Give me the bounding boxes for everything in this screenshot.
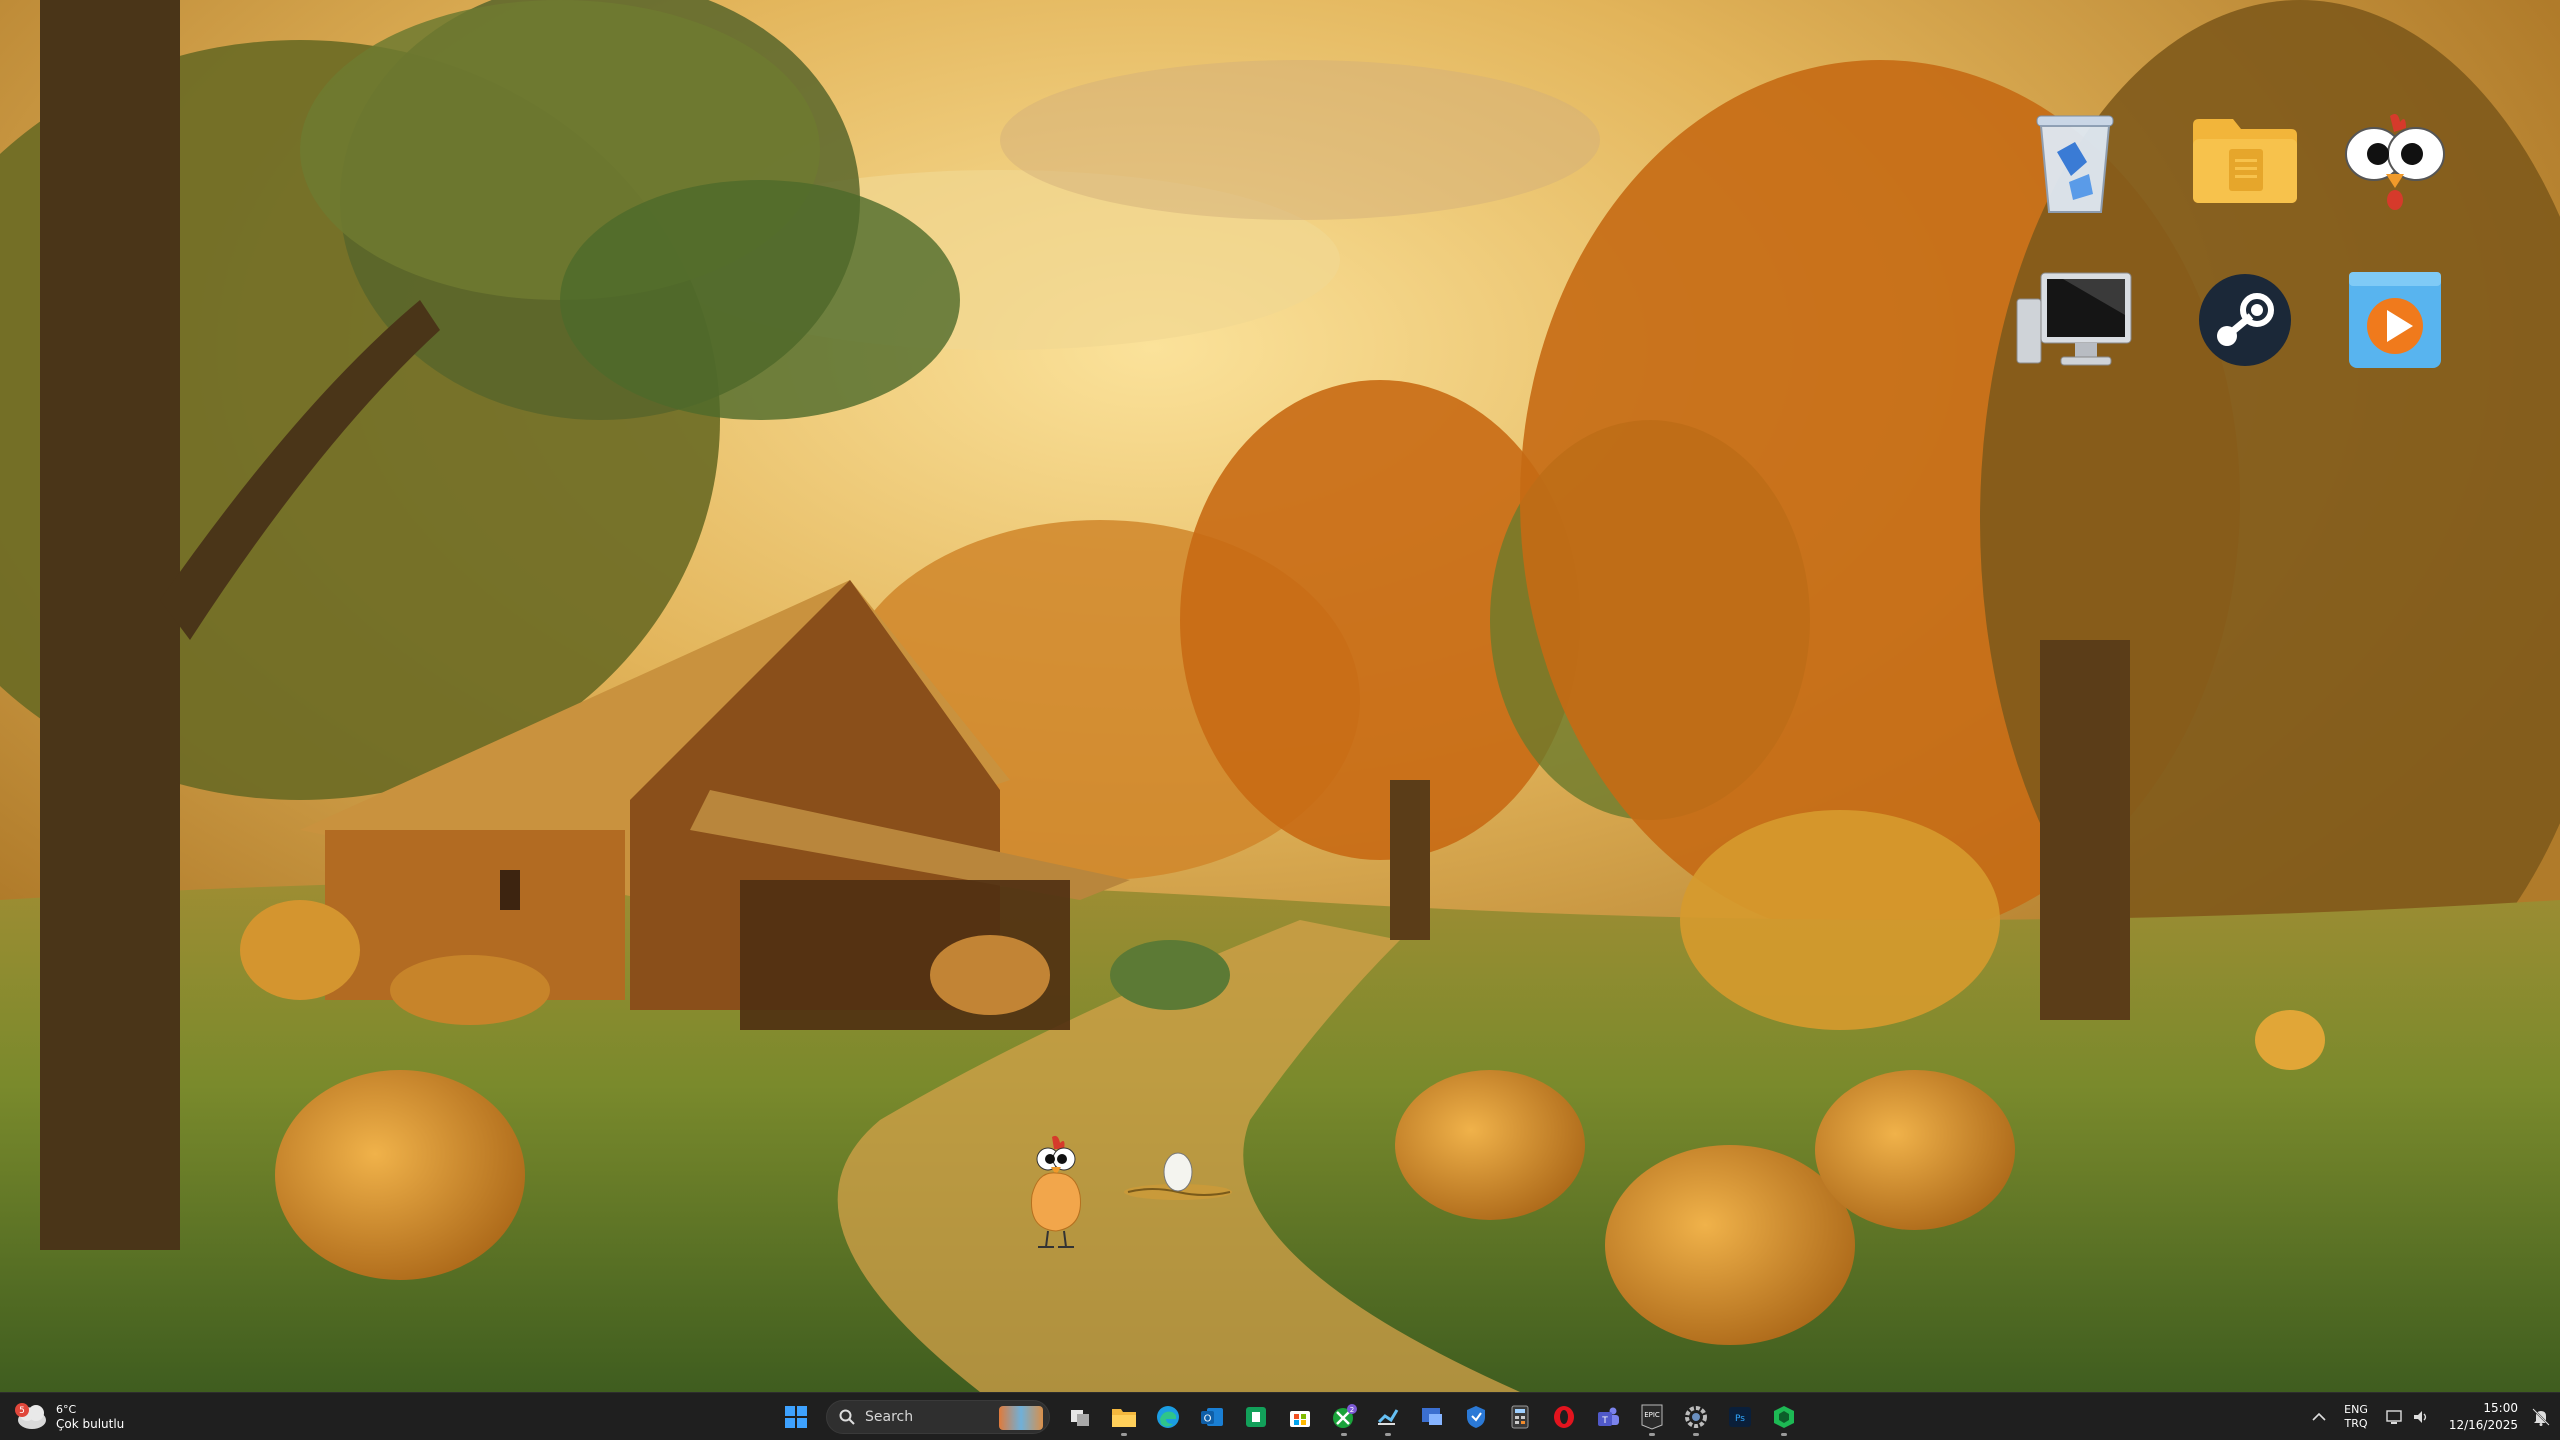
- steam-taskbar-icon: [1377, 1409, 1399, 1425]
- epic-label: EPIC: [1644, 1411, 1660, 1419]
- epic-games-icon: EPIC: [1641, 1404, 1663, 1430]
- volume-icon: [2414, 1411, 2427, 1423]
- svg-text:T: T: [1601, 1416, 1608, 1426]
- recycle-bin-desktop-icon[interactable]: [2005, 90, 2145, 230]
- opera-icon: [1554, 1406, 1574, 1428]
- xbox-badge: 2: [1350, 1406, 1354, 1414]
- opera-button[interactable]: [1544, 1397, 1584, 1437]
- defender-button[interactable]: [1456, 1397, 1496, 1437]
- start-icon: [785, 1406, 807, 1428]
- chicken-face-icon: [2345, 114, 2445, 210]
- taskbar-center: Search O 2 T EPIC Ps: [776, 1397, 1804, 1437]
- weather-temp: 6°C: [56, 1403, 77, 1416]
- recycle-bin-icon: [2036, 115, 2114, 213]
- store-button[interactable]: [1280, 1397, 1320, 1437]
- photoshop-button[interactable]: Ps: [1720, 1397, 1760, 1437]
- chicken-pet-icon: [1031, 1135, 1081, 1248]
- cube-app-button[interactable]: [1764, 1397, 1804, 1437]
- running-indicator: [1121, 1433, 1127, 1436]
- this-pc-desktop-icon[interactable]: [2005, 250, 2145, 390]
- task-view-button[interactable]: [1060, 1397, 1100, 1437]
- weather-widget[interactable]: 5 6°C Çok bulutlu: [14, 1397, 154, 1437]
- xbox-icon: 2: [1333, 1404, 1357, 1428]
- language-code: ENG: [2344, 1403, 2368, 1416]
- edge-icon: [1157, 1406, 1179, 1428]
- steam-desktop-icon[interactable]: [2175, 250, 2315, 390]
- monitor-icon: [2016, 272, 2132, 366]
- chicken-pet[interactable]: [1018, 1135, 1094, 1253]
- file-explorer-icon: [1112, 1409, 1136, 1427]
- task-view-icon: [1071, 1410, 1089, 1426]
- defender-icon: [1467, 1406, 1485, 1428]
- start-button[interactable]: [776, 1397, 816, 1437]
- settings-icon: [1685, 1406, 1707, 1428]
- cloud-icon: 5: [15, 1403, 46, 1429]
- running-indicator: [1649, 1433, 1655, 1436]
- bell-icon: [2532, 1408, 2550, 1426]
- running-indicator: [1693, 1433, 1699, 1436]
- running-indicator: [1781, 1433, 1787, 1436]
- calculator-icon: [1511, 1405, 1529, 1429]
- media-player-desktop-icon[interactable]: [2325, 250, 2465, 390]
- media-player-icon: [2349, 272, 2441, 368]
- steam-icon: [2199, 274, 2291, 366]
- outlook-button[interactable]: O: [1192, 1397, 1232, 1437]
- teams-button[interactable]: T: [1588, 1397, 1628, 1437]
- search-label: Search: [865, 1409, 914, 1425]
- remote-desktop-icon: [1422, 1408, 1442, 1425]
- desktop[interactable]: [0, 0, 2560, 1392]
- store-icon: [1290, 1411, 1310, 1427]
- network-volume-button[interactable]: [2380, 1397, 2436, 1437]
- show-hidden-icons-button[interactable]: [2306, 1397, 2332, 1437]
- cube-app-icon: [1774, 1406, 1794, 1428]
- folder-icon: [2193, 119, 2297, 203]
- epic-games-button[interactable]: EPIC: [1632, 1397, 1672, 1437]
- chevron-up-icon: [2312, 1412, 2326, 1421]
- ps-label: Ps: [1735, 1414, 1745, 1424]
- weather-condition: Çok bulutlu: [56, 1417, 125, 1431]
- outlook-icon: O: [1201, 1408, 1223, 1426]
- folder-desktop-icon[interactable]: [2175, 90, 2315, 230]
- running-indicator: [1341, 1433, 1347, 1436]
- edge-button[interactable]: [1148, 1397, 1188, 1437]
- notifications-button[interactable]: [2526, 1397, 2560, 1437]
- taskbar: 5 6°C Çok bulutlu Search O 2 T EPIC Ps E…: [0, 1392, 2560, 1440]
- excel-button[interactable]: [1236, 1397, 1276, 1437]
- remote-desktop-button[interactable]: [1412, 1397, 1452, 1437]
- clock-time: 15:00: [2483, 1401, 2518, 1415]
- search-box[interactable]: Search: [826, 1400, 1050, 1434]
- clock-date: 12/16/2025: [2448, 1418, 2518, 1432]
- network-icon: [2386, 1410, 2402, 1424]
- excel-icon: [1246, 1407, 1266, 1427]
- running-indicator: [1385, 1433, 1391, 1436]
- calculator-button[interactable]: [1500, 1397, 1540, 1437]
- chicken-app-desktop-icon[interactable]: [2325, 90, 2465, 230]
- clock-button[interactable]: 15:00 12/16/2025: [2436, 1397, 2526, 1437]
- search-highlight-image: [999, 1406, 1043, 1430]
- teams-icon: T: [1598, 1407, 1619, 1426]
- weather-badge: 5: [19, 1406, 25, 1416]
- system-tray: ENG TRQ 15:00 12/16/2025: [2306, 1393, 2560, 1441]
- egg-nest-icon: [1124, 1152, 1232, 1200]
- photoshop-icon: Ps: [1729, 1407, 1751, 1427]
- egg-nest[interactable]: [1122, 1148, 1234, 1202]
- file-explorer-button[interactable]: [1104, 1397, 1144, 1437]
- keyboard-layout: TRQ: [2344, 1417, 2368, 1430]
- svg-text:O: O: [1204, 1414, 1212, 1425]
- input-language-button[interactable]: ENG TRQ: [2332, 1397, 2380, 1437]
- steam-taskbar-button[interactable]: [1368, 1397, 1408, 1437]
- xbox-button[interactable]: 2: [1324, 1397, 1364, 1437]
- settings-button[interactable]: [1676, 1397, 1716, 1437]
- search-icon: [839, 1409, 855, 1425]
